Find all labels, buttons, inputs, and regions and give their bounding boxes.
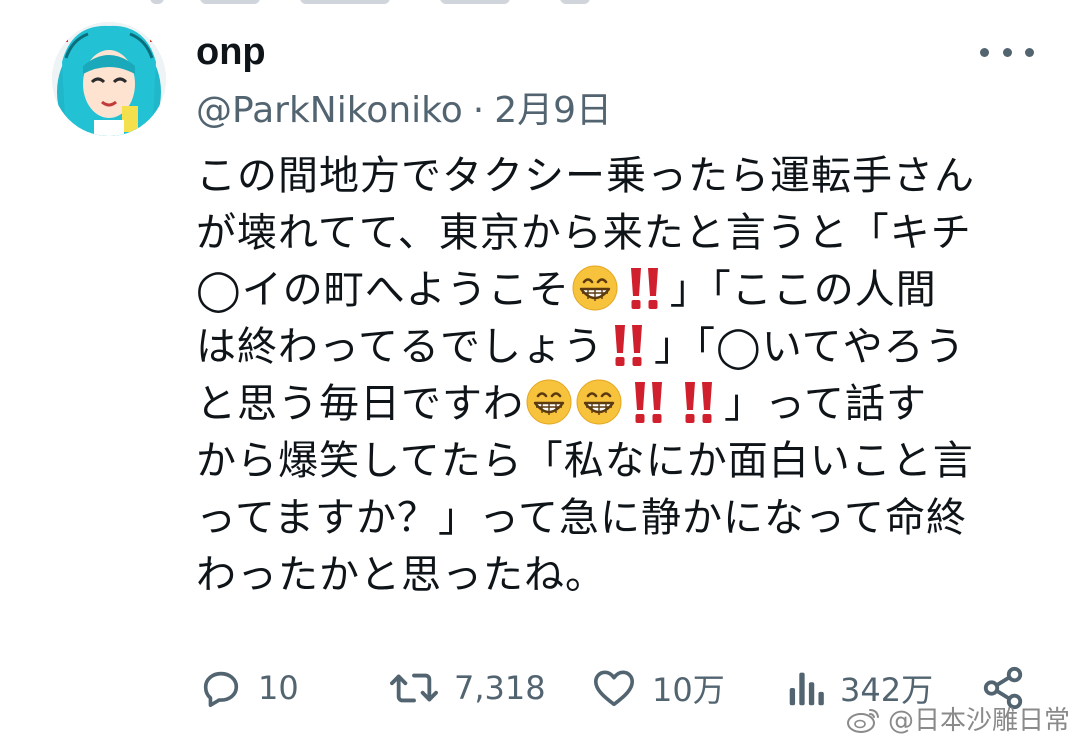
tweet-meta: @ParkNikoniko · 2月9日 <box>196 88 612 134</box>
double-exclamation-emoji-icon <box>630 379 668 425</box>
post-date[interactable]: 2月9日 <box>494 90 612 131</box>
tweet-text-line: わったかと思ったね。 <box>196 552 606 598</box>
tweet-text-segment: は終わってるでしょう <box>196 324 604 370</box>
double-exclamation-emoji-icon <box>680 379 718 425</box>
tweet-text-segment: ◯イの町へようこそ <box>196 267 570 313</box>
handle[interactable]: @ParkNikoniko <box>196 90 463 131</box>
heart-icon <box>593 670 635 707</box>
tweet: onp @ParkNikoniko · 2月9日 この間地方でタクシー乗ったら運転手… <box>0 0 1080 745</box>
meta-separator: · <box>472 90 485 131</box>
retweet-count: 7,318 <box>454 669 546 707</box>
weibo-logo-icon <box>846 708 879 733</box>
avatar[interactable] <box>52 22 166 136</box>
more-icon <box>980 47 989 57</box>
tweet-text-line: が壊れてて、東京から来たと言うと「キチ <box>196 210 972 256</box>
tweet-text-line: から爆笑してたら「私なにか面白いこと言 <box>196 438 974 484</box>
tweet-text-segment: と思う毎日ですわ <box>196 381 524 427</box>
double-exclamation-emoji-icon <box>610 322 648 368</box>
retweet-icon <box>390 673 438 703</box>
tweet-text-segment: 」って話す <box>724 381 927 427</box>
grinning-face-emoji-icon <box>526 379 572 425</box>
more-icon-dot <box>1002 47 1012 57</box>
more-options-button[interactable] <box>980 38 1034 66</box>
watermark-text: @日本沙雕日常 <box>887 706 1070 736</box>
more-icon-dot <box>1025 47 1034 57</box>
tweet-text-line: と思う毎日ですわ 」って話す <box>196 376 1036 433</box>
watermark: @日本沙雕日常 <box>846 700 1070 737</box>
grinning-face-emoji-icon <box>572 265 618 311</box>
tweet-text-line: ◯イの町へようこそ 」「ここの人間 <box>196 262 1036 319</box>
reply-button[interactable]: 10 <box>198 656 299 720</box>
like-count: 10万 <box>652 671 725 709</box>
tweet-text-segment: 」「ここの人間 <box>669 267 937 313</box>
reply-count: 10 <box>258 669 299 707</box>
tweet-text-line: ってますか？」って急に静かになって命終 <box>196 495 967 541</box>
retweet-button[interactable]: 7,318 <box>388 656 546 720</box>
tweet-text: この間地方でタクシー乗ったら運転手さん が壊れてて、東京から来たと言うと「キチ … <box>196 148 1036 604</box>
like-button[interactable]: 10万 <box>590 656 725 720</box>
views-chart-icon <box>789 672 824 706</box>
grinning-face-emoji-icon <box>576 379 622 425</box>
reply-icon <box>203 671 239 708</box>
tweet-text-line: は終わってるでしょう 」「◯いてやろう <box>196 319 1036 376</box>
display-name[interactable]: onp <box>196 28 266 76</box>
tweet-text-segment: 」「◯いてやろう <box>654 324 966 370</box>
double-exclamation-emoji-icon <box>626 265 664 311</box>
avatar-image <box>52 22 166 136</box>
tweet-text-line: この間地方でタクシー乗ったら運転手さん <box>196 153 975 199</box>
